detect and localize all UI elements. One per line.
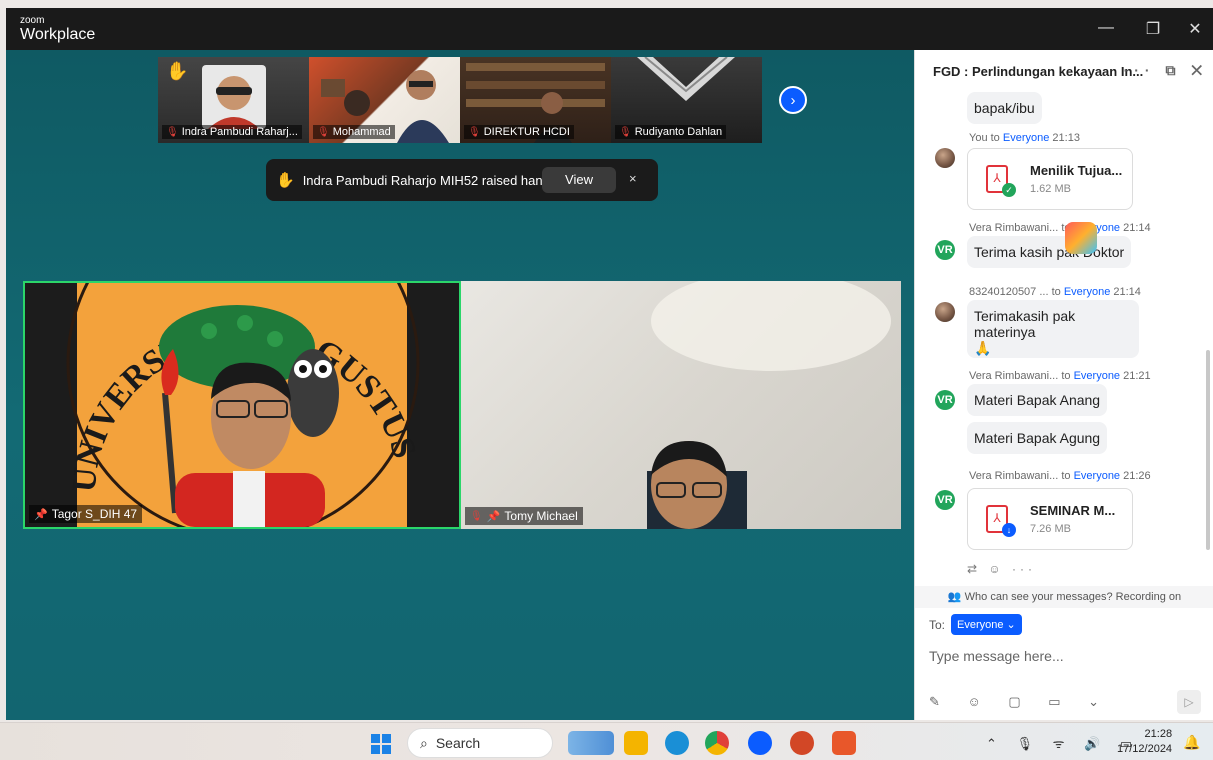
raised-hand-icon: ✋ (276, 172, 295, 189)
download-icon: ↓ (1002, 523, 1016, 537)
user-avatar (935, 302, 955, 322)
windows-start-icon[interactable] (371, 734, 391, 754)
muted-mic-icon: 🎙 (468, 126, 481, 138)
participant-name: Indra Pambudi Raharj... (181, 126, 298, 138)
taskbar-search[interactable]: ⌕ Search (407, 728, 553, 758)
to-label: To: (929, 617, 946, 632)
search-icon: ⌕ (420, 734, 428, 751)
zoom-logo-text: zoom (20, 15, 45, 26)
message-meta: Vera Rimbawani... to Everyone 21:26 (969, 470, 1151, 482)
recipient-dropdown[interactable]: Everyone ⌄ (951, 614, 1022, 635)
participant-name: DIREKTUR HCDI (483, 126, 570, 138)
chat-bubble: Materi Bapak Agung (967, 422, 1108, 454)
file-size: 1.62 MB (1030, 183, 1071, 195)
participant-name: Mohammad (332, 126, 391, 138)
participant-name: Tagor S_DIH 47 (51, 507, 138, 521)
chrome-icon[interactable] (705, 731, 729, 755)
pin-icon: 📌 (34, 508, 48, 521)
zoom-window: zoom Workplace — ❐ ✕ ✋ 🎙 Indra Pambudi Ra… (6, 8, 1213, 720)
active-speaker-tile[interactable]: UNIVERSITAS 17 AGUSTUS 1945 SURABAYA 📌Ta… (23, 281, 461, 529)
message-reaction-icons[interactable]: ⇄ ☺ ··· (967, 562, 1036, 576)
message-meta: You to Everyone 21:13 (969, 132, 1080, 144)
file-attachment-card[interactable]: ⅄ ✓ Menilik Tujua... 1.62 MB (967, 148, 1133, 210)
upload-complete-icon: ✓ (1002, 183, 1016, 197)
muted-mic-icon: 🎙 (470, 510, 483, 522)
file-name: Menilik Tujua... (1030, 163, 1123, 178)
participant-thumbnail[interactable]: 🎙 DIREKTUR HCDI (460, 57, 611, 143)
restore-button[interactable]: ❐ (1142, 19, 1164, 39)
chat-header: FGD : Perlindungan kekayaan In... ··· ⧉ … (915, 50, 1213, 92)
participant-thumbnail[interactable]: 🎙 Rudiyanto Dahlan (611, 57, 762, 143)
zoom-icon[interactable] (748, 731, 772, 755)
taskbar-clock[interactable]: 21:28 17/12/2024 (1117, 727, 1172, 757)
edge-icon[interactable] (665, 731, 689, 755)
widgets-icon[interactable] (568, 731, 614, 755)
muted-mic-icon: 🎙 (619, 126, 632, 138)
chat-scrollbar[interactable] (1206, 350, 1210, 550)
dismiss-notification-button[interactable]: × (629, 171, 637, 186)
recipient-row: To: Everyone ⌄ (929, 614, 1022, 635)
user-avatar: VR (935, 390, 955, 410)
floating-app-icon[interactable] (1065, 222, 1097, 254)
message-meta: Vera Rimbawani... to Everyone 21:14 (969, 222, 1151, 234)
participant-thumbnail[interactable]: 🎙 Mohammad (309, 57, 460, 143)
raised-hand-icon: ✋ (166, 61, 189, 81)
chat-bubble: Materi Bapak Anang (967, 384, 1108, 416)
chat-title: FGD : Perlindungan kekayaan In... (933, 63, 1144, 79)
participant-tile[interactable]: 🎙 📌 Tomy Michael (461, 281, 901, 529)
chat-message-input[interactable] (929, 644, 1199, 668)
view-button[interactable]: View (542, 167, 616, 193)
message-meta: Vera Rimbawani... to Everyone 21:21 (969, 370, 1151, 382)
windows-taskbar: ⌕ Search ⌃ 🎙 ᯤ 🔊 ▭ 21:28 17/12/2024 🔔 (0, 722, 1213, 760)
notification-text: Indra Pambudi Raharjo MIH52 raised hand (302, 172, 550, 188)
raised-hand-notification: ✋ Indra Pambudi Raharjo MIH52 raised han… (266, 159, 658, 201)
chat-bubble: bapak/ibu (967, 92, 1042, 124)
pray-emoji: 🙏 (974, 340, 992, 356)
minimize-button[interactable]: — (1095, 19, 1117, 37)
participant-strip: ✋ 🎙 Indra Pambudi Raharj... 🎙 Mohammad 🎙… (158, 57, 762, 143)
muted-mic-icon: 🎙 (166, 126, 179, 138)
video-stage: ✋ 🎙 Indra Pambudi Raharj... 🎙 Mohammad 🎙… (6, 50, 914, 720)
pin-icon: 📌 (486, 510, 501, 523)
muted-mic-icon: 🎙 (317, 126, 330, 138)
user-avatar: VR (935, 240, 955, 260)
file-name: SEMINAR M... (1030, 503, 1116, 518)
chat-toolbar-icons[interactable]: ✎ ☺ ▢ ▭ ⌄ (929, 694, 1111, 710)
file-size: 7.26 MB (1030, 523, 1071, 535)
close-window-button[interactable]: ✕ (1184, 19, 1206, 39)
chat-header-icons[interactable]: ··· ⧉ ✕ (1124, 62, 1208, 79)
chat-bubble: Terima kasih pak Doktor (967, 236, 1132, 268)
powerpoint-icon[interactable] (790, 731, 814, 755)
file-attachment-card[interactable]: ⅄ ↓ SEMINAR M... 7.26 MB (967, 488, 1133, 550)
participant-thumbnail[interactable]: ✋ 🎙 Indra Pambudi Raharj... (158, 57, 309, 143)
chat-panel: FGD : Perlindungan kekayaan In... ··· ⧉ … (914, 50, 1213, 720)
search-label: Search (435, 735, 481, 751)
explorer-icon[interactable] (624, 731, 648, 755)
send-icon[interactable]: ▷ (1177, 690, 1201, 714)
message-meta: 83240120507 ... to Everyone 21:14 (969, 286, 1141, 298)
people-icon: 👥 (947, 591, 965, 603)
participant-name: Rudiyanto Dahlan (634, 126, 723, 138)
notification-bell-icon[interactable]: 🔔 (1183, 734, 1200, 751)
workplace-logo-text: Workplace (20, 26, 96, 43)
user-avatar (935, 148, 955, 168)
title-bar: zoom Workplace — ❐ ✕ (6, 8, 1213, 50)
participant-name: Tomy Michael (504, 509, 578, 523)
visibility-notice[interactable]: 👥 Who can see your messages? Recording o… (915, 586, 1213, 608)
user-avatar: VR (935, 490, 955, 510)
chat-bubble: Terimakasih pak materinya 🙏 (967, 300, 1139, 358)
reader-icon[interactable] (832, 731, 856, 755)
next-page-button[interactable]: › (779, 86, 807, 114)
